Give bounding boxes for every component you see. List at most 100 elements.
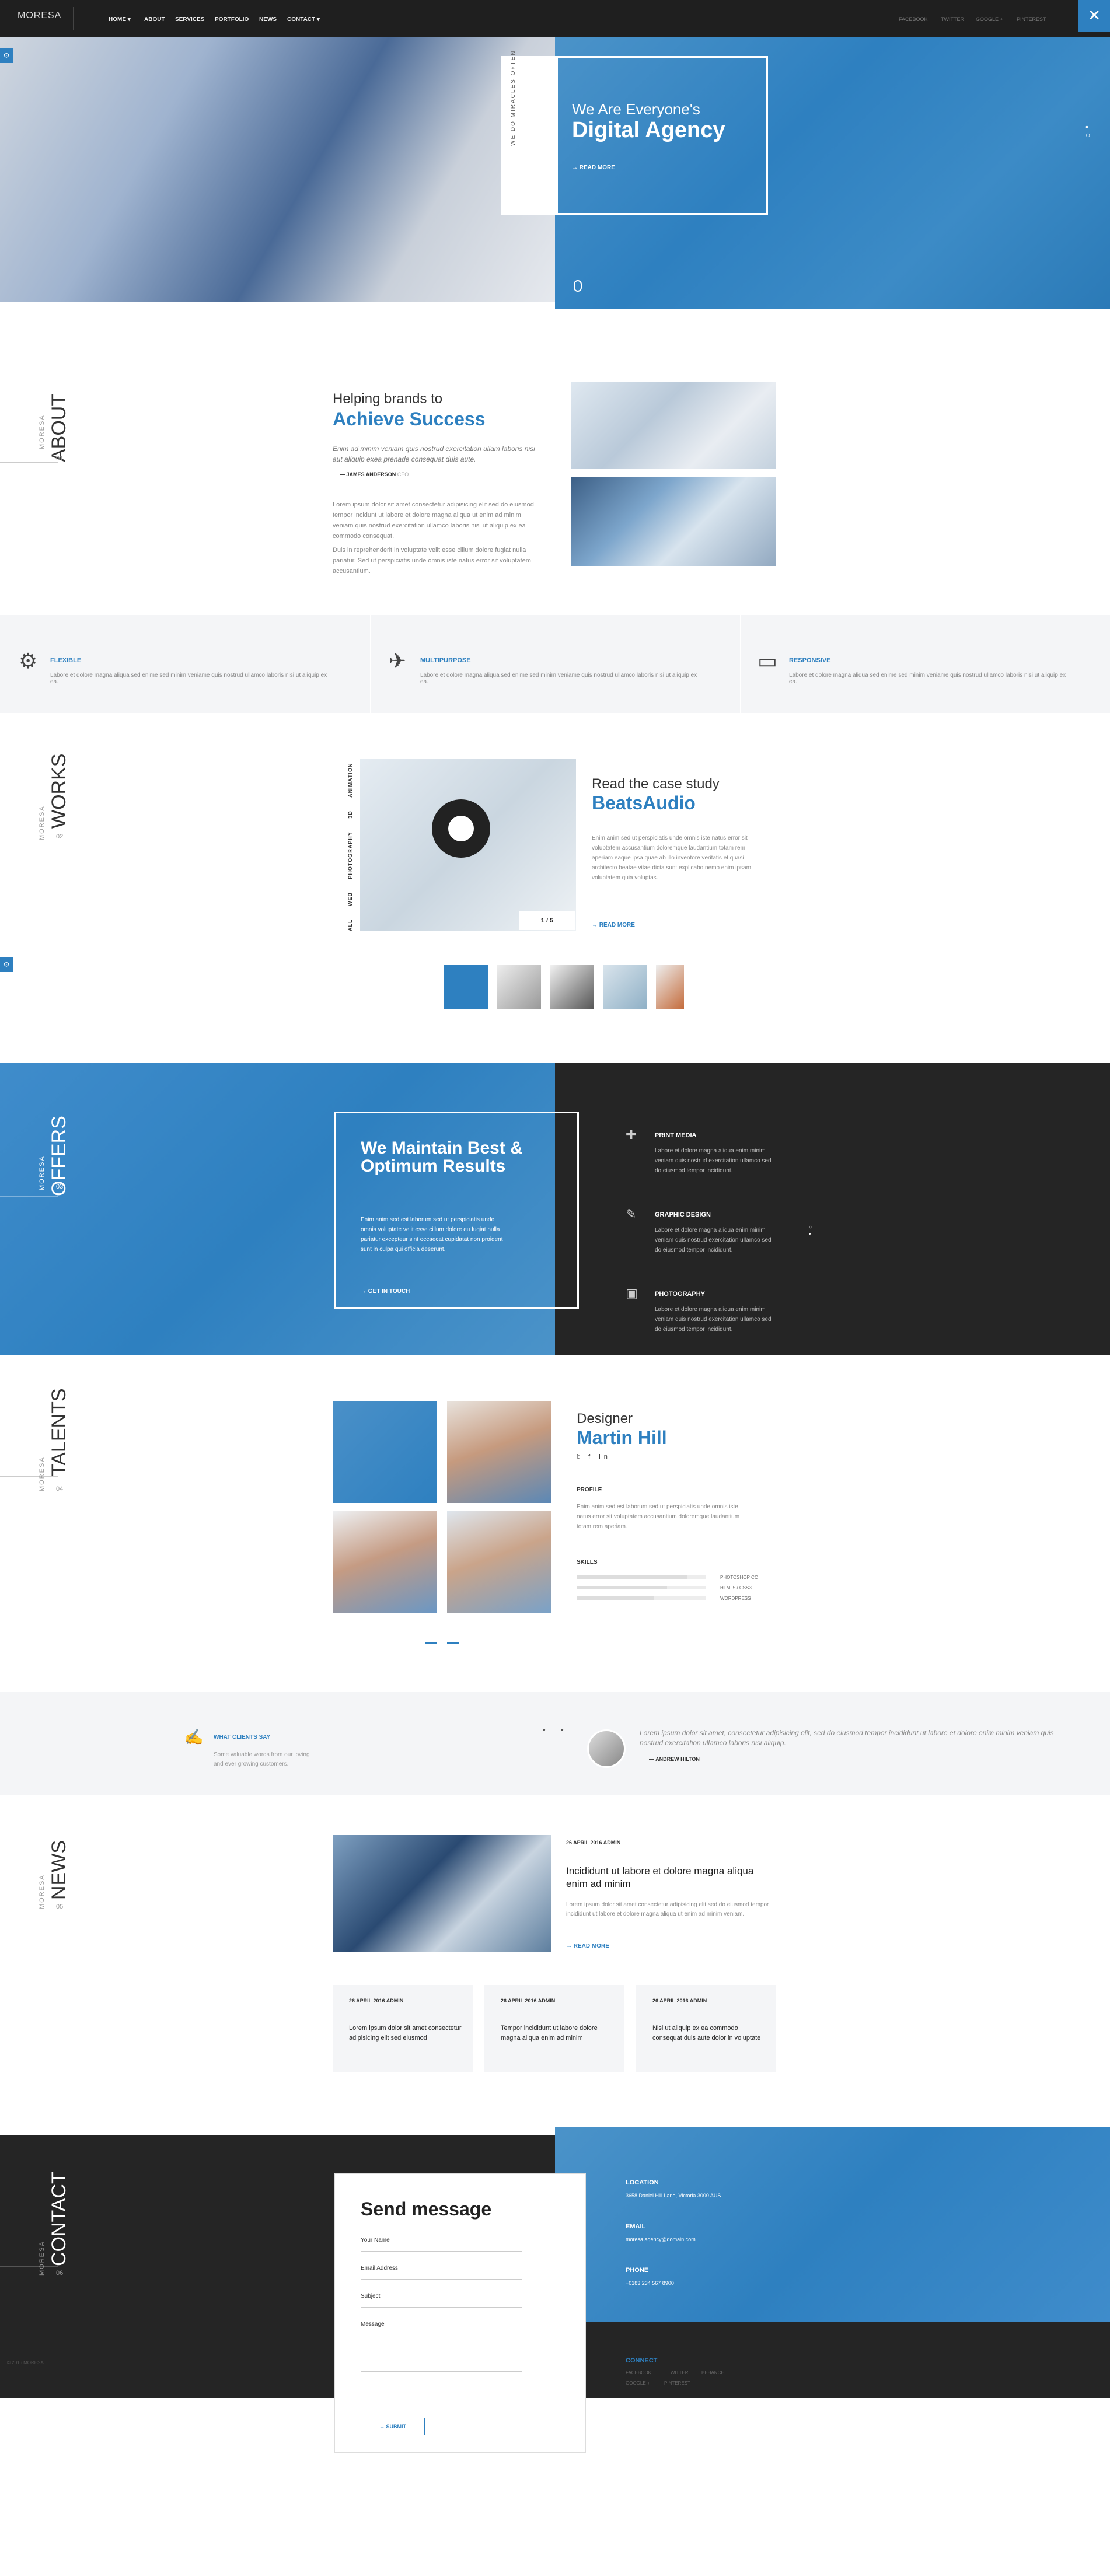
nav-services[interactable]: SERVICES [175, 16, 204, 23]
news-card-title: Lorem ipsum dolor sit amet consectetur a… [349, 2025, 462, 2042]
nav-news[interactable]: NEWS [259, 16, 277, 23]
submit-button[interactable]: → SUBMIT [361, 2418, 425, 2435]
works-pager[interactable]: 1 / 5 [519, 911, 575, 930]
copyright: © 2016 MORESA [7, 2360, 44, 2365]
testimonial-dots[interactable]: ● ● [543, 1727, 571, 1732]
skill-name: HTML5 / CSS3 [720, 1585, 752, 1591]
filter-all[interactable]: ALL [347, 920, 353, 932]
message-field-label[interactable]: Message [361, 2321, 385, 2327]
monitor-icon: ▭ [758, 649, 778, 673]
settings-toggle-icon[interactable]: ⚙ [0, 48, 13, 63]
email-field-label[interactable]: Email Address [361, 2265, 398, 2271]
email-value[interactable]: moresa.agency@domain.com [626, 2236, 696, 2242]
service-title: PRINT MEDIA [655, 1132, 697, 1139]
talent-social-icons[interactable]: 𝕥 f in [577, 1453, 611, 1460]
location-value: 3658 Daniel Hill Lane, Victoria 3000 AUS [626, 2193, 721, 2198]
subject-field-label[interactable]: Subject [361, 2293, 380, 2299]
talent-photo[interactable] [333, 1511, 437, 1613]
divider [370, 615, 371, 713]
feature-text: Labore et dolore magna aliqua sed enime … [420, 672, 697, 685]
get-in-touch-link[interactable]: → GET IN TOUCH [361, 1288, 410, 1295]
works-thumb[interactable] [497, 965, 541, 1009]
feature-text: Labore et dolore magna aliqua sed enime … [789, 672, 1066, 685]
connect-pinterest[interactable]: PINTEREST [664, 2381, 690, 2386]
section-rule [0, 1476, 58, 1477]
social-pinterest[interactable]: PINTEREST [1017, 16, 1046, 22]
works-thumb[interactable] [656, 965, 684, 1009]
works-filter: ALL WEB PHOTOGRAPHY 3D ANIMATION [344, 763, 355, 932]
nav-portfolio[interactable]: PORTFOLIO [215, 16, 249, 23]
connect-behance[interactable]: BEHANCE [701, 2370, 724, 2375]
phone-value[interactable]: +0183 234 567 8900 [626, 2280, 674, 2286]
name-field[interactable] [361, 2251, 522, 2252]
logo[interactable]: MORESA [18, 11, 61, 21]
works-thumb[interactable] [603, 965, 647, 1009]
works-thumb[interactable] [550, 965, 594, 1009]
settings-toggle-icon[interactable]: ⚙ [0, 957, 13, 972]
service-text: Labore et dolore magna aliqua enim minim… [655, 1148, 772, 1174]
news-card[interactable]: 26 APRIL 2016 ADMIN Nisi ut aliquip ex e… [636, 1985, 776, 2072]
nav-home[interactable]: HOME ▾ [109, 16, 131, 23]
close-icon[interactable]: ✕ [1078, 0, 1110, 32]
submit-label: SUBMIT [386, 2424, 407, 2430]
subject-field[interactable] [361, 2307, 522, 2308]
skill-name: PHOTOSHOP CC [720, 1575, 758, 1580]
about-image-laptop [571, 477, 776, 566]
filter-photography[interactable]: PHOTOGRAPHY [347, 831, 353, 879]
slider-dots[interactable]: ○ • [809, 1224, 812, 1238]
email-field[interactable] [361, 2279, 522, 2280]
headphone-graphic [432, 799, 490, 858]
hero-read-more-label: READ MORE [579, 165, 615, 171]
talent-photo[interactable] [447, 1401, 551, 1503]
talent-photo[interactable] [447, 1511, 551, 1613]
connect-twitter[interactable]: TWITTER [668, 2370, 689, 2375]
talent-pager-dash[interactable] [425, 1642, 437, 1644]
section-title-works: WORKS [48, 753, 70, 829]
social-facebook[interactable]: FACEBOOK [899, 16, 928, 22]
message-field[interactable] [361, 2371, 522, 2372]
news-card[interactable]: 26 APRIL 2016 ADMIN Lorem ipsum dolor si… [333, 1985, 473, 2072]
works-read-more-link[interactable]: → READ MORE [592, 922, 635, 928]
social-twitter[interactable]: TWITTER [941, 16, 964, 22]
news-featured-image[interactable] [333, 1835, 551, 1952]
talent-pager-dash[interactable] [447, 1642, 459, 1644]
section-title-about: ABOUT [48, 393, 70, 462]
filter-3d[interactable]: 3D [347, 810, 353, 819]
offers-dark-panel [555, 1063, 1110, 1355]
works-subtitle: Read the case study [592, 776, 720, 792]
print-icon: ✚ [626, 1127, 637, 1142]
filter-web[interactable]: WEB [347, 892, 353, 906]
section-number: 05 [56, 1903, 64, 1910]
news-read-more-link[interactable]: → READ MORE [566, 1943, 609, 1949]
about-subtitle: Helping brands to [333, 391, 443, 407]
nav-contact[interactable]: CONTACT ▾ [287, 16, 320, 23]
filter-animation[interactable]: ANIMATION [347, 763, 353, 798]
news-read-more-label: READ MORE [573, 1943, 609, 1949]
offers-title: We Maintain Best & Optimum Results [361, 1138, 523, 1176]
about-title: Achieve Success [333, 408, 486, 429]
news-title[interactable]: Incididunt ut labore et dolore magna ali… [566, 1865, 776, 1890]
scroll-mouse-icon[interactable] [574, 280, 582, 292]
news-text: Lorem ipsum dolor sit amet consectetur a… [566, 1902, 769, 1917]
skill-bar [577, 1575, 706, 1579]
connect-facebook[interactable]: FACEBOOK [626, 2370, 651, 2375]
news-card-meta: 26 APRIL 2016 ADMIN [501, 1998, 556, 2004]
social-google[interactable]: GOOGLE + [976, 16, 1003, 22]
hero-title: Digital Agency [572, 118, 725, 142]
section-rule [0, 2266, 58, 2267]
connect-google[interactable]: GOOGLE + [626, 2381, 650, 2386]
talent-photo[interactable] [333, 1401, 437, 1503]
nav-about[interactable]: ABOUT [144, 16, 165, 23]
hero-read-more-link[interactable]: → READ MORE [572, 165, 615, 171]
name-field-label[interactable]: Your Name [361, 2237, 390, 2243]
section-brand: MORESA [39, 1874, 46, 1909]
skills-label: SKILLS [577, 1559, 598, 1565]
works-text: Enim anim sed ut perspiciatis unde omnis… [592, 835, 751, 881]
section-brand: MORESA [39, 1456, 46, 1491]
news-card[interactable]: 26 APRIL 2016 ADMIN Tempor incididunt ut… [484, 1985, 624, 2072]
feature-text: Labore et dolore magna aliqua sed enime … [50, 672, 327, 685]
works-thumb[interactable] [444, 965, 488, 1009]
section-number: 04 [56, 1486, 64, 1493]
slider-dots[interactable]: • ○ [1085, 123, 1090, 139]
profile-text: Enim anim sed est laborum sed ut perspic… [577, 1504, 740, 1530]
